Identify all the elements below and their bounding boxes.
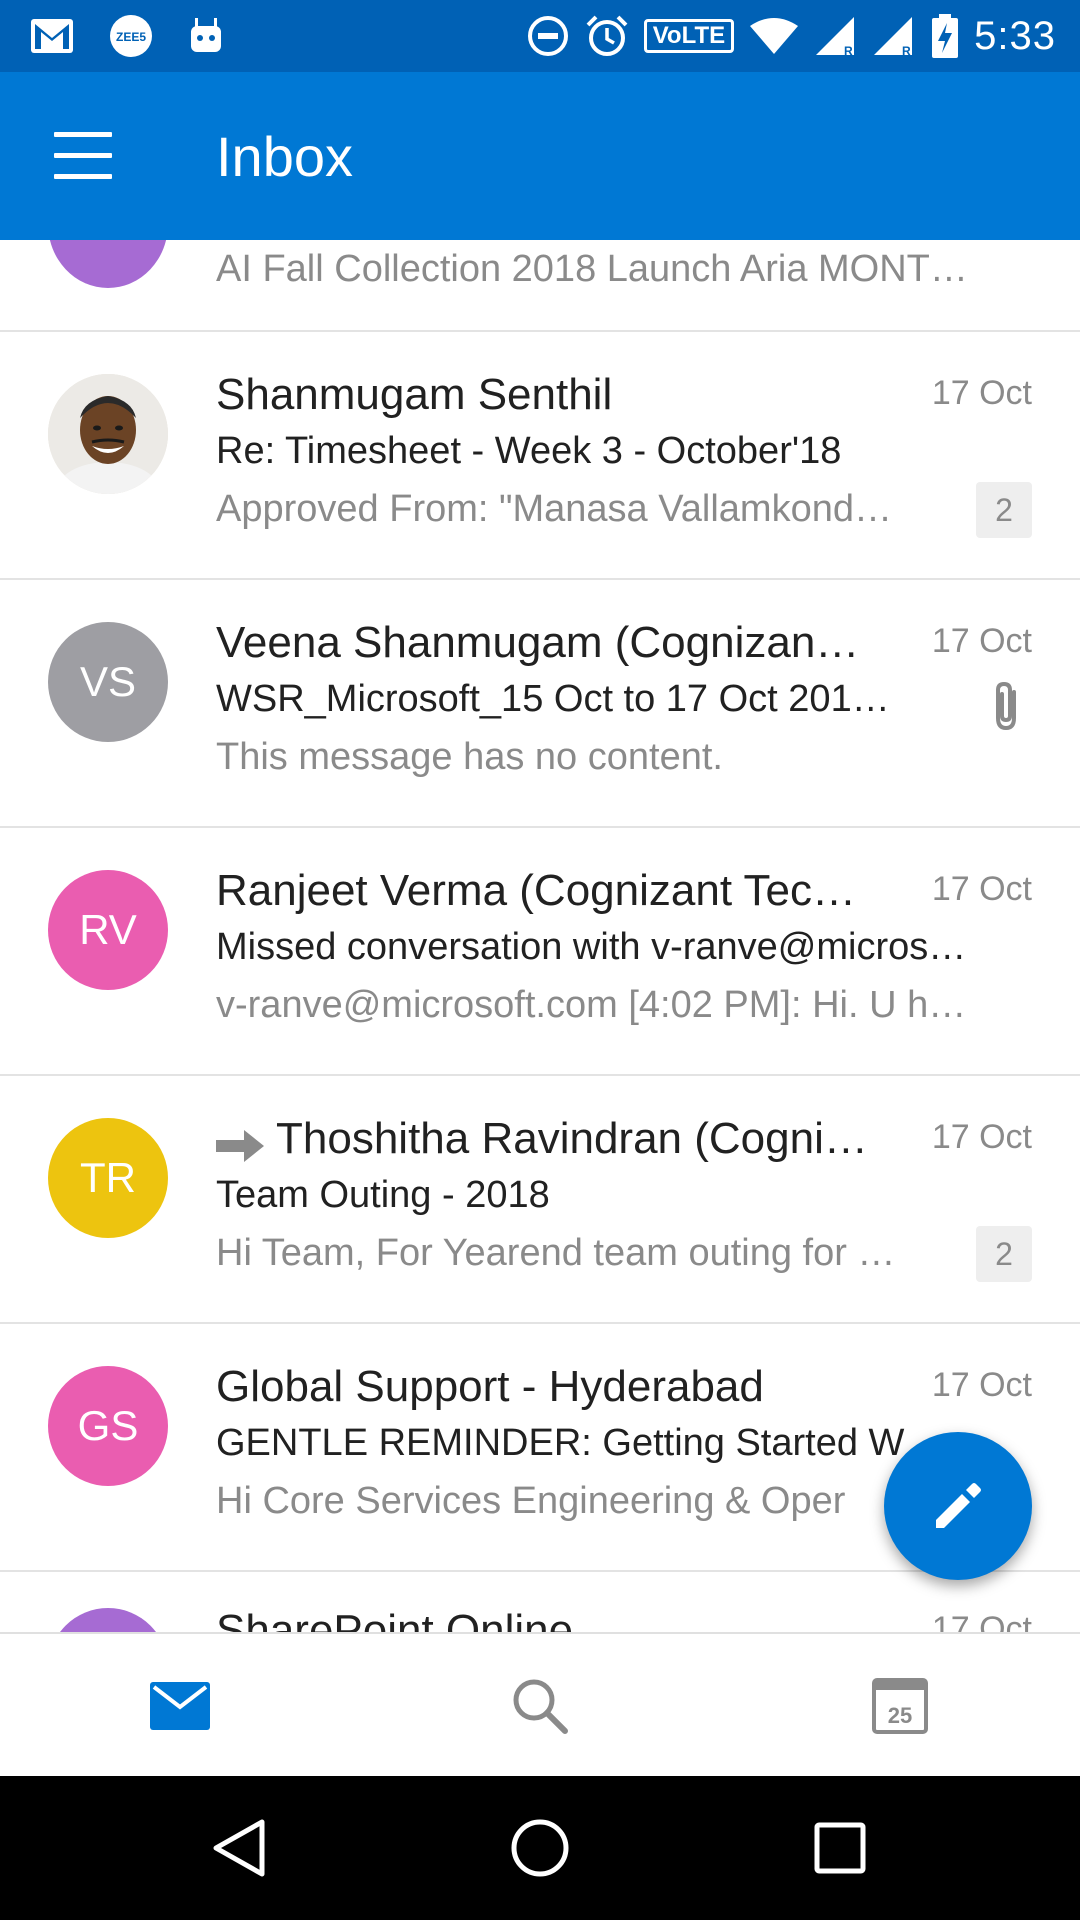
attachment-icon bbox=[996, 681, 1016, 731]
recents-icon bbox=[814, 1822, 866, 1874]
message-subject: Re: Timesheet - Week 3 - October'18 bbox=[216, 430, 842, 472]
avatar: GS bbox=[48, 1366, 168, 1486]
thread-count-badge: 2 bbox=[976, 1226, 1032, 1282]
compose-pencil-icon bbox=[936, 1483, 981, 1528]
system-nav-bar bbox=[0, 1776, 1080, 1920]
avatar bbox=[48, 1608, 168, 1632]
message-date: 17 Oct bbox=[931, 1610, 1032, 1632]
list-item[interactable]: TR Thoshitha Ravindran (Cogni… 17 Oct Te… bbox=[0, 1076, 1080, 1324]
bottom-tab-bar: 25 bbox=[0, 1632, 1080, 1776]
status-right-icons: VoLTE R R 5:33 bbox=[526, 8, 1056, 64]
message-preview: This message has no content. bbox=[216, 736, 723, 778]
avatar-initials: RV bbox=[79, 906, 137, 953]
do-not-disturb-icon bbox=[527, 16, 568, 56]
message-subject: Team Outing - 2018 bbox=[216, 1174, 550, 1216]
message-date: 17 Oct bbox=[931, 870, 1032, 908]
calendar-icon: 25 bbox=[872, 1678, 928, 1734]
list-item[interactable]: AI Fall Collection 2018 Launch Aria MONT… bbox=[0, 240, 1080, 332]
message-preview: Hi Team, For Yearend team outing for … bbox=[216, 1232, 896, 1274]
sender-name: Ranjeet Verma (Cognizant Tec… bbox=[216, 866, 856, 915]
svg-text:R: R bbox=[844, 44, 853, 57]
message-date: 17 Oct bbox=[931, 622, 1032, 660]
avatar-initials: GS bbox=[77, 1402, 139, 1449]
svg-text:ZEE5: ZEE5 bbox=[116, 30, 146, 44]
sender-name: Shanmugam Senthil bbox=[216, 370, 613, 419]
alarm-icon bbox=[586, 15, 628, 56]
signal-icon: R bbox=[874, 17, 913, 57]
message-date: 17 Oct bbox=[931, 1366, 1032, 1404]
svg-text:R: R bbox=[902, 44, 911, 57]
avatar bbox=[48, 374, 168, 494]
avatar bbox=[48, 240, 168, 288]
menu-button[interactable] bbox=[54, 132, 112, 180]
status-left-icons: ZEE5 bbox=[30, 10, 224, 62]
android-icon bbox=[191, 18, 221, 52]
avatar-initials: TR bbox=[80, 1154, 136, 1201]
sender-name: Global Support - Hyderabad bbox=[216, 1362, 764, 1411]
message-preview: AI Fall Collection 2018 Launch Aria MONT… bbox=[216, 248, 968, 290]
sender-name: Veena Shanmugam (Cognizan… bbox=[216, 618, 860, 667]
tab-search[interactable] bbox=[360, 1634, 720, 1778]
sender-name: SharePoint Online bbox=[216, 1606, 574, 1632]
message-date: 17 Oct bbox=[931, 374, 1032, 412]
home-button[interactable] bbox=[504, 1812, 576, 1884]
avatar-initials: VS bbox=[79, 658, 137, 705]
message-date: 17 Oct bbox=[931, 1118, 1032, 1156]
back-button[interactable] bbox=[204, 1812, 276, 1884]
avatar: TR bbox=[48, 1118, 168, 1238]
avatar-photo bbox=[48, 374, 168, 494]
status-bar: ZEE5 VoLTE R R 5:33 bbox=[0, 0, 1080, 72]
message-preview: v-ranve@microsoft.com [4:02 PM]: Hi. U h… bbox=[216, 984, 967, 1026]
page-title: Inbox bbox=[216, 125, 353, 188]
list-item[interactable]: RV Ranjeet Verma (Cognizant Tec… 17 Oct … bbox=[0, 828, 1080, 1076]
signal-icon: R bbox=[816, 17, 855, 57]
forward-arrow-icon bbox=[216, 1130, 264, 1162]
compose-button[interactable] bbox=[884, 1432, 1032, 1580]
battery-charging-icon bbox=[932, 14, 959, 58]
avatar: RV bbox=[48, 870, 168, 990]
volte-icon: VoLTE bbox=[643, 19, 735, 53]
status-time: 5:33 bbox=[974, 13, 1056, 58]
avatar: VS bbox=[48, 622, 168, 742]
home-icon bbox=[511, 1819, 569, 1877]
wifi-icon bbox=[750, 18, 799, 54]
search-icon bbox=[513, 1679, 568, 1734]
mail-icon bbox=[150, 1682, 210, 1730]
thread-count-badge: 2 bbox=[976, 482, 1032, 538]
calendar-day: 25 bbox=[888, 1703, 912, 1728]
app-bar: Inbox bbox=[0, 72, 1080, 240]
message-subject: Missed conversation with v-ranve@micros… bbox=[216, 926, 967, 968]
list-item[interactable]: SharePoint Online 17 Oct bbox=[0, 1572, 1080, 1632]
tab-mail[interactable] bbox=[0, 1634, 360, 1778]
recents-button[interactable] bbox=[804, 1812, 876, 1884]
message-subject: WSR_Microsoft_15 Oct to 17 Oct 201… bbox=[216, 678, 890, 720]
volte-label: VoLTE bbox=[652, 22, 726, 49]
tab-calendar[interactable]: 25 bbox=[720, 1634, 1080, 1778]
list-item[interactable]: VS Veena Shanmugam (Cognizan… 17 Oct WSR… bbox=[0, 580, 1080, 828]
list-item[interactable]: Shanmugam Senthil 17 Oct Re: Timesheet -… bbox=[0, 332, 1080, 580]
gmail-icon bbox=[31, 19, 73, 53]
message-list[interactable]: AI Fall Collection 2018 Launch Aria MONT… bbox=[0, 240, 1080, 1632]
message-preview: Approved From: "Manasa Vallamkond… bbox=[216, 488, 892, 530]
sender-name: Thoshitha Ravindran (Cogni… bbox=[276, 1114, 868, 1163]
hamburger-icon bbox=[54, 132, 112, 137]
zee5-icon: ZEE5 bbox=[110, 15, 152, 57]
back-icon bbox=[213, 1819, 265, 1877]
